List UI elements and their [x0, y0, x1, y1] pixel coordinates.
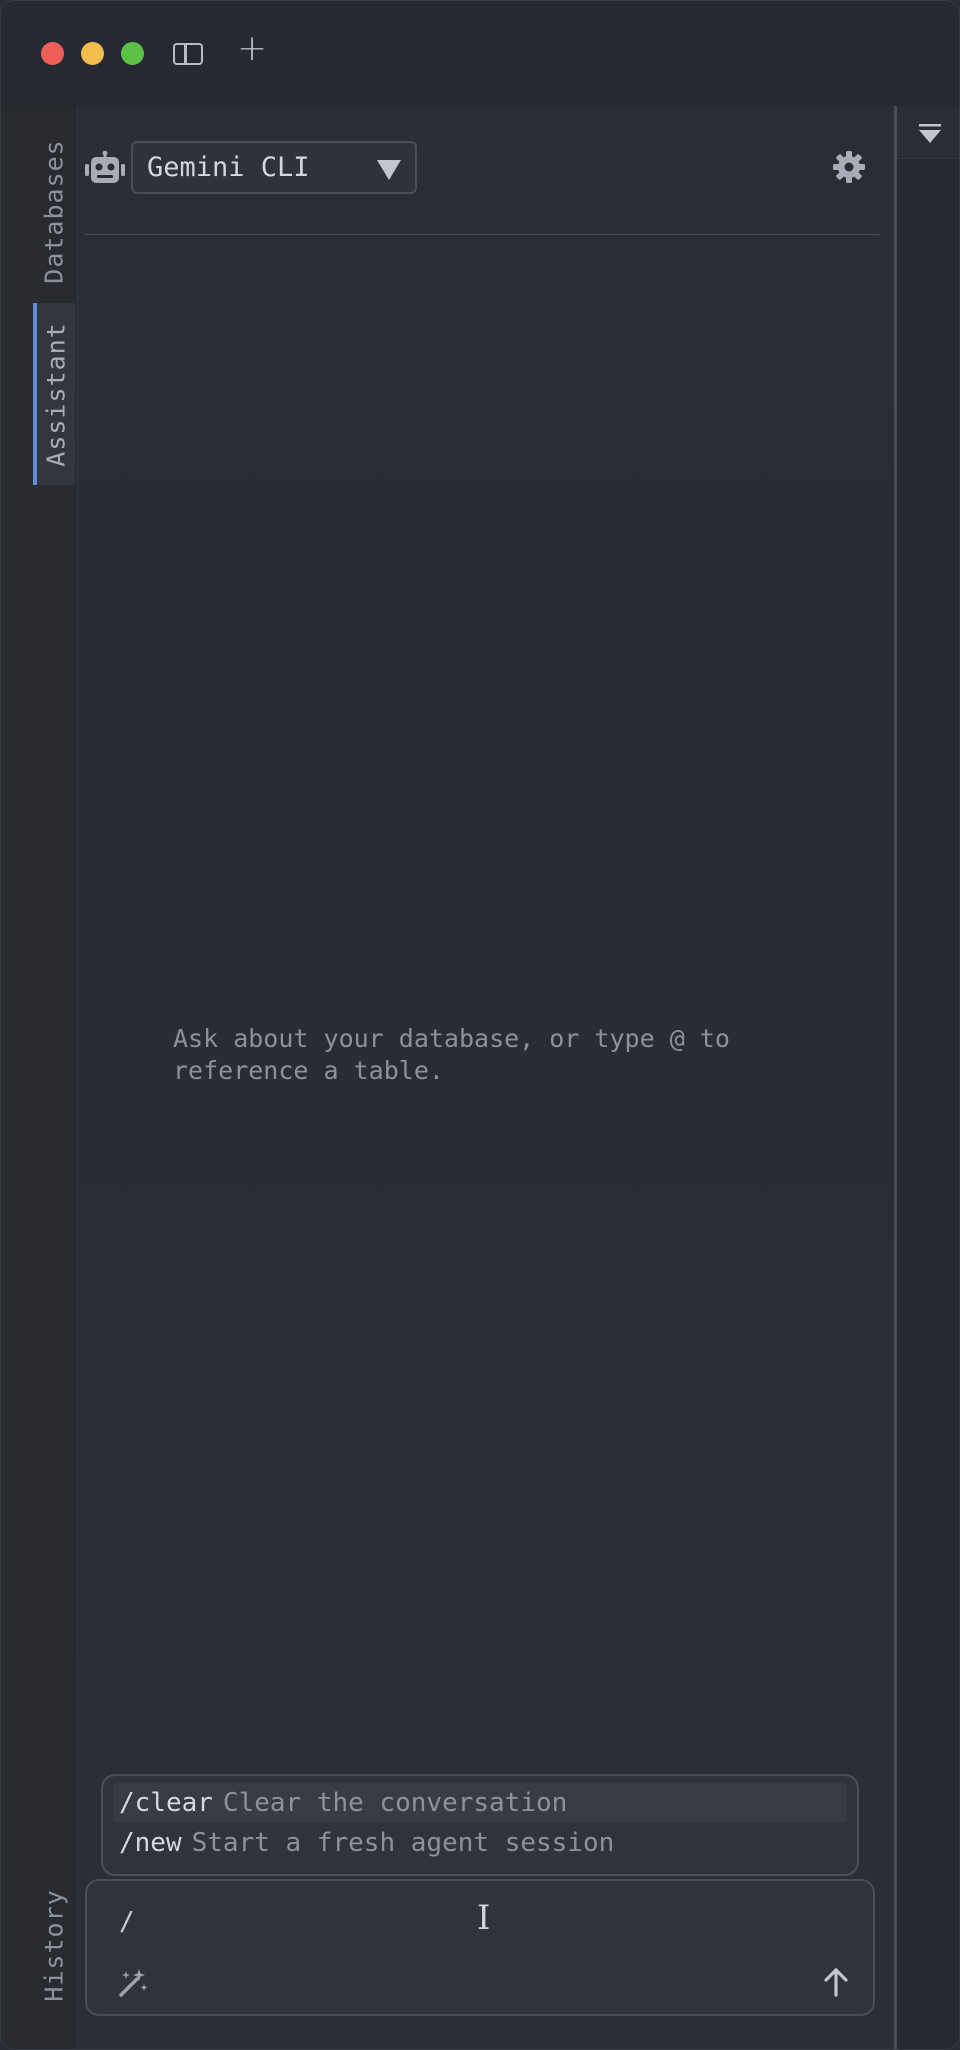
- gear-icon[interactable]: [833, 151, 865, 183]
- command-name: /new: [119, 1828, 182, 1858]
- message-composer: I: [85, 1879, 875, 2016]
- magic-wand-icon[interactable]: [117, 1967, 149, 1999]
- arrow-up-icon: [824, 1968, 848, 1997]
- filter-icon[interactable]: [919, 124, 941, 144]
- sidebar-toggle-icon[interactable]: [173, 43, 203, 65]
- robot-icon: [85, 151, 125, 183]
- tab-assistant[interactable]: Assistant: [33, 303, 75, 485]
- chevron-down-icon: [377, 160, 401, 180]
- minimize-window-button[interactable]: [81, 42, 104, 65]
- command-name: /clear: [119, 1788, 213, 1818]
- slash-command-new[interactable]: /new Start a fresh agent session: [113, 1823, 847, 1863]
- command-description: Clear the conversation: [222, 1788, 568, 1818]
- tab-databases[interactable]: Databases: [33, 121, 75, 301]
- plus-icon[interactable]: +: [237, 31, 267, 67]
- send-button[interactable]: [819, 1965, 853, 1999]
- tab-history[interactable]: History: [33, 1871, 75, 2019]
- text-cursor-icon: I: [477, 1898, 491, 1938]
- app-window: + Databases Assistant History Gemini CLI…: [0, 0, 960, 2050]
- assistant-header: Gemini CLI: [85, 139, 879, 235]
- command-description: Start a fresh agent session: [191, 1828, 615, 1858]
- left-rail: Databases Assistant History: [1, 106, 78, 2049]
- message-input[interactable]: [117, 1901, 821, 1943]
- empty-state-hint: Ask about your database, or type @ to re…: [173, 1024, 730, 1085]
- agent-select[interactable]: Gemini CLI: [131, 141, 417, 194]
- right-pane-header: [897, 106, 959, 159]
- close-window-button[interactable]: [41, 42, 64, 65]
- agent-select-value: Gemini CLI: [147, 152, 310, 183]
- slash-command-menu: /clear Clear the conversation /new Start…: [101, 1774, 859, 1876]
- slash-command-clear[interactable]: /clear Clear the conversation: [113, 1783, 847, 1823]
- zoom-window-button[interactable]: [121, 42, 144, 65]
- title-bar: +: [1, 1, 959, 106]
- right-pane: [897, 106, 959, 2049]
